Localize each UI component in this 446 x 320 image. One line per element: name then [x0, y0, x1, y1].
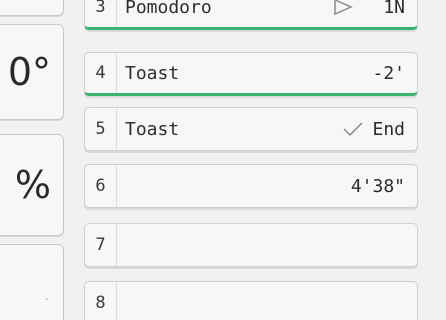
task-status: 1N [333, 0, 417, 18]
stat-degrees-value: 0° [7, 50, 51, 94]
task-row-8[interactable]: 8 [84, 281, 418, 320]
app-screen: 0° % . 3 Pomodoro 1N 4 Toast -2' 5 Toast… [0, 0, 446, 320]
stat-faint-value: . [45, 289, 49, 303]
task-number: 8 [85, 282, 117, 320]
stat-card-percent[interactable]: % [0, 134, 64, 236]
task-number: 5 [85, 108, 117, 150]
task-row-6[interactable]: 6 4'38" [84, 164, 418, 208]
task-number: 3 [85, 0, 117, 27]
task-row-5[interactable]: 5 Toast End [84, 107, 418, 151]
play-icon [334, 0, 354, 16]
task-row-7[interactable]: 7 [84, 223, 418, 267]
task-value: 1N [383, 0, 405, 18]
task-value: 4'38" [350, 175, 405, 197]
stat-card-bottom[interactable]: . [0, 244, 64, 320]
task-name: Pomodoro [125, 0, 212, 18]
stat-percent-value: % [14, 163, 51, 207]
task-name: Toast [125, 118, 180, 140]
check-icon [343, 122, 364, 137]
stats-column: 0° % . [0, 0, 66, 320]
task-value: -2' [372, 62, 405, 84]
task-number: 7 [85, 224, 117, 266]
task-name: Toast [125, 62, 180, 84]
task-number: 4 [85, 53, 117, 93]
task-value: End [372, 118, 405, 140]
stat-card-temperature[interactable]: 0° [0, 24, 64, 120]
task-row-3[interactable]: 3 Pomodoro 1N [84, 0, 418, 30]
task-row-4[interactable]: 4 Toast -2' [84, 52, 418, 96]
task-list: 3 Pomodoro 1N 4 Toast -2' 5 Toast End 6 … [84, 0, 420, 320]
task-status: End [342, 119, 417, 140]
stat-card-top[interactable] [0, 0, 64, 16]
task-status: 4'38" [351, 176, 417, 197]
task-status: -2' [372, 63, 417, 84]
task-number: 6 [85, 165, 117, 207]
